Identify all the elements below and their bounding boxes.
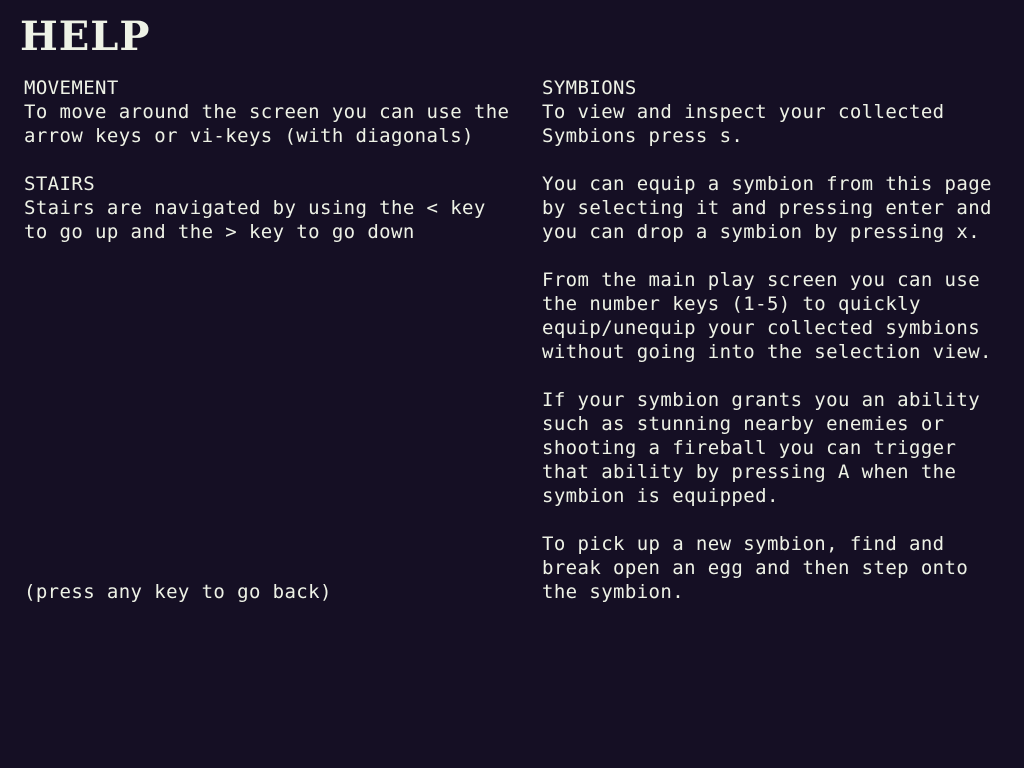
back-hint: (press any key to go back) [24,581,332,603]
ability-line: such as stunning nearby enemies or [542,413,945,435]
equip-line: by selecting it and pressing enter and [542,197,992,219]
stairs-heading: STAIRS [24,173,96,195]
stairs-line: to go up and the > key to go down [24,221,415,243]
movement-section: MOVEMENT To move around the screen you c… [24,76,510,148]
pickup-line: break open an egg and then step onto [542,557,969,579]
quick-equip-paragraph: From the main play screen you can use th… [542,268,1022,364]
quick-equip-line: without going into the selection view. [542,341,992,363]
equip-paragraph: You can equip a symbion from this page b… [542,172,1022,244]
ability-paragraph: If your symbion grants you an ability su… [542,388,1022,508]
ability-line: If your symbion grants you an ability [542,389,981,411]
movement-line: To move around the screen you can use th… [24,101,510,123]
stairs-line: Stairs are navigated by using the < key [24,197,486,219]
symbions-line: Symbions press s. [542,125,744,147]
ability-line: that ability by pressing A when the [542,461,957,483]
right-column: SYMBIONS To view and inspect your collec… [542,76,1022,604]
movement-line: arrow keys or vi-keys (with diagonals) [24,125,474,147]
equip-line: you can drop a symbion by pressing x. [542,221,981,243]
stairs-section: STAIRS Stairs are navigated by using the… [24,172,504,244]
quick-equip-line: From the main play screen you can use [542,269,981,291]
page-title: HELP [20,13,151,60]
movement-heading: MOVEMENT [24,77,119,99]
left-column: MOVEMENT To move around the screen you c… [24,76,510,244]
ability-line: symbion is equipped. [542,485,779,507]
symbions-section: SYMBIONS To view and inspect your collec… [542,76,1022,148]
ability-line: shooting a fireball you can trigger [542,437,957,459]
pickup-line: the symbion. [542,581,685,603]
symbions-line: To view and inspect your collected [542,101,945,123]
equip-line: You can equip a symbion from this page [542,173,992,195]
help-screen[interactable]: HELP MOVEMENT To move around the screen … [0,0,1024,768]
quick-equip-line: the number keys (1-5) to quickly [542,293,921,315]
pickup-paragraph: To pick up a new symbion, find and break… [542,532,1022,604]
pickup-line: To pick up a new symbion, find and [542,533,945,555]
quick-equip-line: equip/unequip your collected symbions [542,317,981,339]
symbions-heading: SYMBIONS [542,77,637,99]
